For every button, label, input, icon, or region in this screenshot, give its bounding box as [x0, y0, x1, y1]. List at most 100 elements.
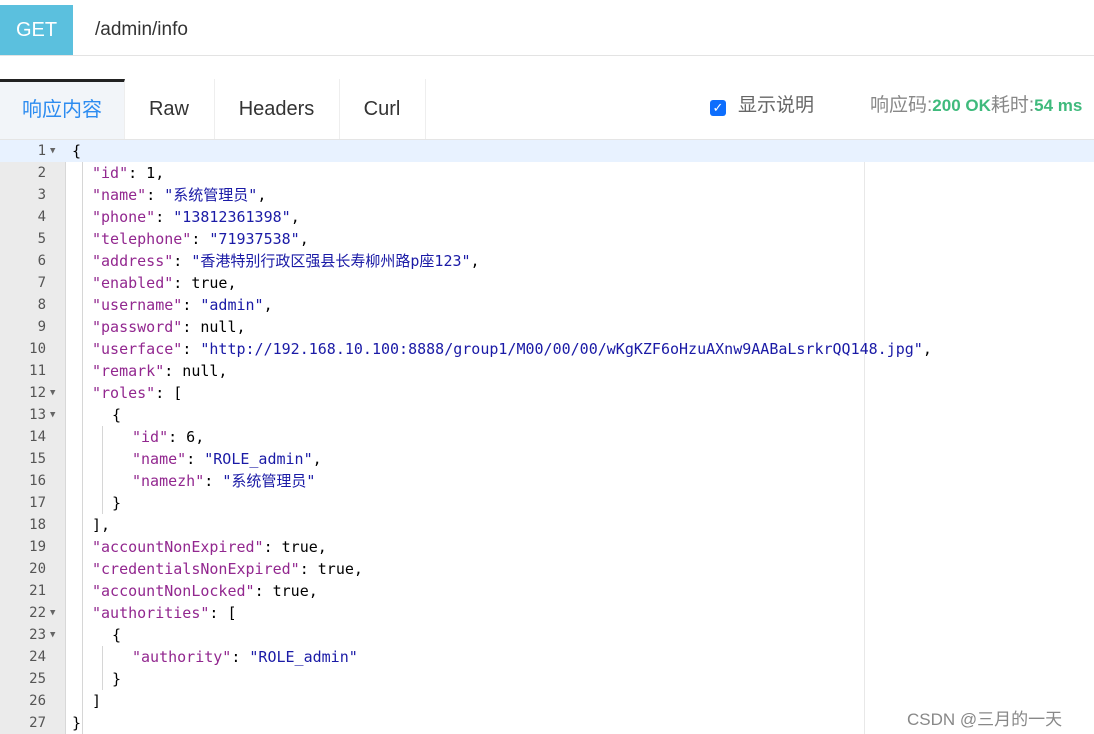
fold-arrow-icon[interactable]: ▼	[50, 602, 55, 624]
code-line[interactable]: 11 "remark": null,	[0, 360, 1094, 382]
code-line[interactable]: 3 "name": "系统管理员",	[0, 184, 1094, 206]
json-punct: :	[155, 208, 174, 226]
code-text: }	[112, 492, 121, 514]
json-key: "namezh"	[132, 472, 205, 490]
json-string: "ROLE_admin"	[204, 450, 313, 468]
json-string: "系统管理员"	[164, 186, 258, 204]
line-number: 6	[37, 253, 46, 269]
code-line[interactable]: 21 "accountNonLocked": true,	[0, 580, 1094, 602]
code-line[interactable]: 10 "userface": "http://192.168.10.100:888…	[0, 338, 1094, 360]
json-punct: ,	[263, 296, 273, 314]
code-line[interactable]: 17}	[0, 492, 1094, 514]
line-number: 26	[29, 693, 46, 709]
code-text: "enabled": true,	[92, 272, 237, 294]
code-line[interactable]: 13 ▼ {	[0, 404, 1094, 426]
code-text: "name": "ROLE_admin",	[132, 448, 322, 470]
code-line[interactable]: 12 ▼ "roles": [	[0, 382, 1094, 404]
fold-arrow-icon[interactable]: ▼	[50, 404, 55, 426]
tab-raw[interactable]: Raw	[124, 79, 215, 139]
json-key: "id"	[132, 428, 169, 446]
fold-arrow-icon[interactable]: ▼	[50, 382, 55, 404]
json-punct: : null,	[182, 318, 246, 336]
code-line[interactable]: 9 "password": null,	[0, 316, 1094, 338]
watermark: CSDN @三月的一天	[907, 710, 1063, 729]
code-text: "accountNonExpired": true,	[92, 536, 327, 558]
code-line[interactable]: 14 "id": 6,	[0, 426, 1094, 448]
line-number: 3	[37, 187, 46, 203]
code-line[interactable]: 8 "username": "admin",	[0, 294, 1094, 316]
line-number: 11	[29, 363, 46, 379]
code-line[interactable]: 6 "address": "香港特别行政区强县长寿柳州路p座123",	[0, 250, 1094, 272]
line-number: 7	[37, 275, 46, 291]
code-line[interactable]: 16 "namezh": "系统管理员"	[0, 470, 1094, 492]
code-line[interactable]: 5 "telephone": "71937538",	[0, 228, 1094, 250]
tab-curl[interactable]: Curl	[339, 79, 426, 139]
json-punct: {	[72, 142, 82, 160]
code-text: "phone": "13812361398",	[92, 206, 300, 228]
checkbox-checked-icon[interactable]: ✓	[710, 100, 726, 116]
code-line[interactable]: 25}	[0, 668, 1094, 690]
json-key: "authority"	[132, 648, 232, 666]
line-number: 12	[29, 385, 46, 401]
indent-guide	[102, 426, 103, 514]
line-number: 8	[37, 297, 46, 313]
code-line[interactable]: 7 "enabled": true,	[0, 272, 1094, 294]
method-badge[interactable]: GET	[0, 5, 73, 55]
code-line[interactable]: 15 "name": "ROLE_admin",	[0, 448, 1094, 470]
tab-response-content[interactable]: 响应内容	[0, 79, 125, 139]
json-string: "香港特别行政区强县长寿柳州路p座123"	[191, 252, 471, 270]
json-key: "id"	[92, 164, 129, 182]
json-string: "ROLE_admin"	[249, 648, 358, 666]
json-punct: ,	[299, 230, 309, 248]
json-punct: {	[112, 626, 122, 644]
code-line[interactable]: 19 "accountNonExpired": true,	[0, 536, 1094, 558]
code-text: "id": 6,	[132, 426, 204, 448]
code-text: "credentialsNonExpired": true,	[92, 558, 363, 580]
json-punct: :	[191, 230, 210, 248]
fold-arrow-icon[interactable]: ▼	[50, 140, 55, 162]
line-number: 16	[29, 473, 46, 489]
line-number: 1	[37, 143, 46, 159]
json-string: "系统管理员"	[222, 472, 316, 490]
json-punct: :	[146, 186, 165, 204]
json-key: "credentialsNonExpired"	[92, 560, 300, 578]
code-line[interactable]: 20 "credentialsNonExpired": true,	[0, 558, 1094, 580]
json-editor[interactable]: 1 ▼{2 "id": 1, 3 "name": "系统管理员", 4 "phone": "…	[0, 140, 1094, 734]
show-desc-label: 显示说明	[738, 95, 815, 116]
line-number: 23	[29, 627, 46, 643]
json-string: "admin"	[200, 296, 264, 314]
json-key: "roles"	[92, 384, 156, 402]
code-line[interactable]: 24 "authority": "ROLE_admin"	[0, 646, 1094, 668]
line-number: 17	[29, 495, 46, 511]
json-punct: :	[173, 252, 192, 270]
json-punct: ,	[470, 252, 480, 270]
code-line[interactable]: 22 ▼ "authorities": [	[0, 602, 1094, 624]
json-string: "71937538"	[209, 230, 300, 248]
line-number: 15	[29, 451, 46, 467]
tab-headers[interactable]: Headers	[214, 79, 340, 139]
json-key: "enabled"	[92, 274, 174, 292]
json-punct: ],	[92, 516, 111, 534]
line-number: 27	[29, 715, 46, 731]
line-number: 24	[29, 649, 46, 665]
code-line[interactable]: 1 ▼ {	[0, 140, 1094, 162]
json-punct: : 6,	[168, 428, 205, 446]
indent-guide	[82, 162, 83, 734]
code-line[interactable]: 2 "id": 1,	[0, 162, 1094, 184]
json-punct: ]	[92, 692, 102, 710]
json-punct: ,	[312, 450, 322, 468]
json-punct: : true,	[254, 582, 318, 600]
json-punct: {	[112, 406, 122, 424]
code-text: {	[112, 404, 121, 426]
json-key: "authorities"	[92, 604, 210, 622]
url-field[interactable]: /admin/info	[95, 5, 188, 55]
code-text: {	[112, 624, 121, 646]
code-line[interactable]: 4 "phone": "13812361398",	[0, 206, 1094, 228]
code-line[interactable]: 23 ▼ {	[0, 624, 1094, 646]
json-key: "userface"	[92, 340, 183, 358]
fold-arrow-icon[interactable]: ▼	[50, 624, 55, 646]
code-text: "remark": null,	[92, 360, 227, 382]
show-desc-toggle[interactable]: ✓ 显示说明	[710, 79, 814, 139]
code-line[interactable]: 18],	[0, 514, 1094, 536]
status-code-label: 响应码:	[870, 95, 933, 116]
